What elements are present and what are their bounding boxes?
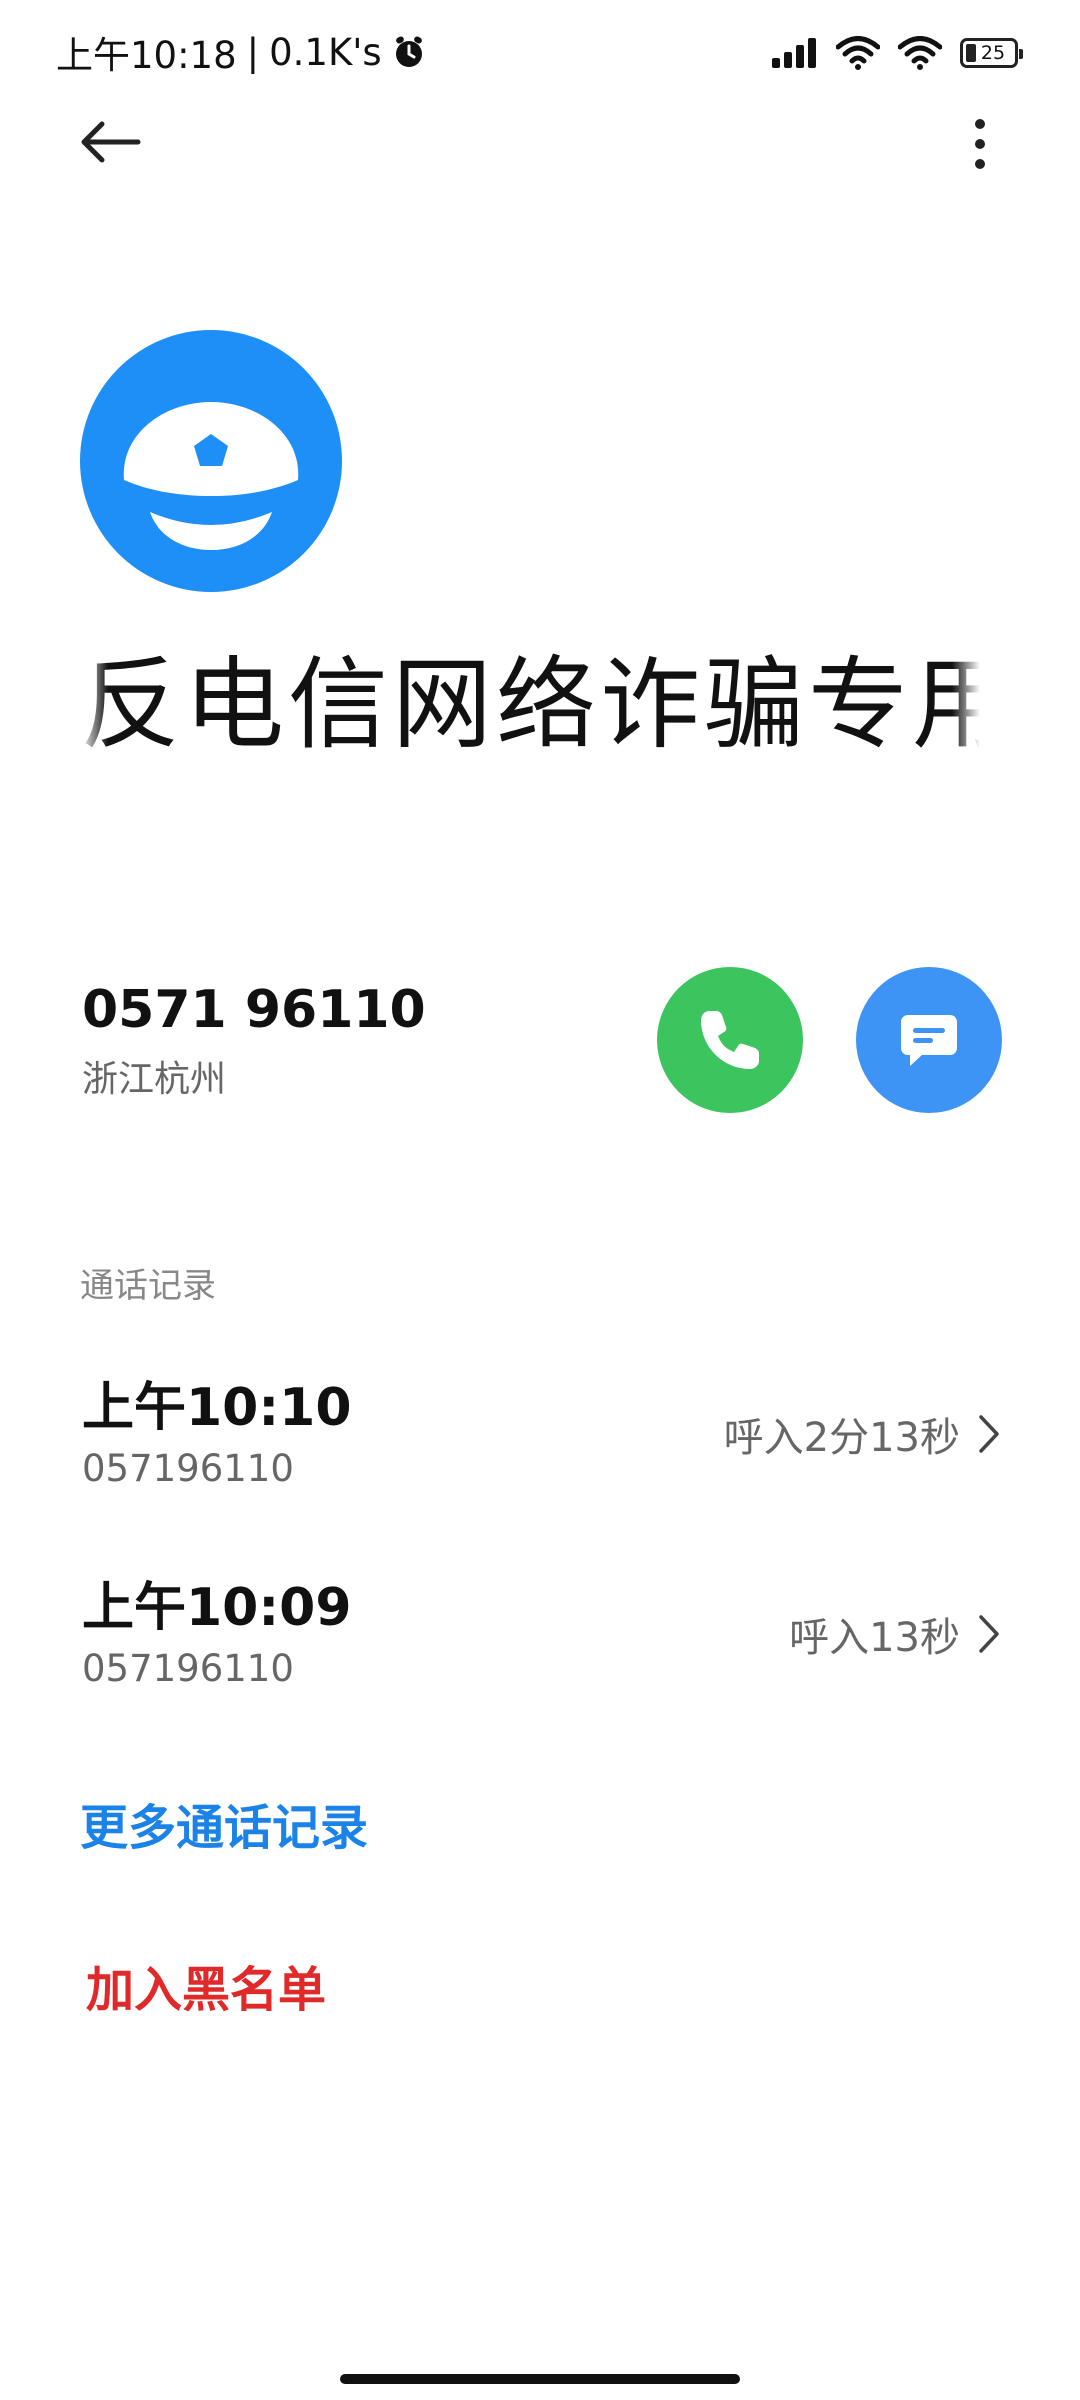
- wifi-icon: [836, 36, 880, 70]
- message-button[interactable]: [856, 967, 1002, 1113]
- more-call-history-link[interactable]: 更多通话记录: [80, 1788, 368, 1858]
- add-to-blacklist-button[interactable]: 加入黑名单: [86, 1950, 326, 2020]
- phone-number[interactable]: 0571 96110: [82, 980, 426, 1040]
- call-log-detail[interactable]: 呼入13秒: [789, 1605, 1000, 1663]
- cellular-signal-icon: [772, 38, 816, 68]
- contact-avatar: [80, 330, 342, 592]
- call-log-detail[interactable]: 呼入2分13秒: [724, 1405, 1000, 1463]
- home-indicator[interactable]: [340, 2374, 740, 2384]
- chevron-right-icon: [979, 1615, 999, 1653]
- call-log-duration: 呼入13秒: [789, 1615, 960, 1661]
- status-left: 上午10:18 | 0.1K's: [56, 26, 426, 78]
- call-button[interactable]: [657, 967, 803, 1113]
- more-options-button[interactable]: [940, 104, 1020, 184]
- back-button[interactable]: [72, 104, 148, 180]
- call-log-time: 上午10:09: [82, 1578, 352, 1638]
- chevron-right-icon: [979, 1415, 999, 1453]
- contact-name: 反电信网络诈骗专用: [80, 646, 980, 763]
- status-right: 25: [772, 30, 1023, 76]
- alarm-clock-icon: [395, 36, 422, 67]
- battery-icon: 25: [960, 38, 1023, 68]
- more-vertical-icon: [975, 119, 985, 169]
- wifi-icon: [898, 36, 942, 70]
- battery-level: 25: [980, 41, 1006, 64]
- status-net-speed: 0.1K's: [269, 30, 382, 74]
- arrow-left-icon: [81, 121, 141, 163]
- phone-icon: [701, 1011, 759, 1069]
- call-log-time: 上午10:10: [82, 1378, 352, 1438]
- status-time: 上午10:18: [56, 34, 237, 77]
- call-log-duration: 呼入2分13秒: [723, 1415, 960, 1461]
- call-log-item[interactable]: 上午10:09 057196110 呼入13秒: [0, 1565, 1080, 1735]
- call-log-title: 通话记录: [80, 1266, 216, 1306]
- call-log-number: 057196110: [82, 1647, 294, 1690]
- chat-bubble-icon: [901, 1015, 957, 1066]
- status-separator: |: [246, 30, 260, 74]
- call-log-item[interactable]: 上午10:10 057196110 呼入2分13秒: [0, 1365, 1080, 1535]
- phone-location: 浙江杭州: [82, 1059, 227, 1100]
- status-bar: 上午10:18 | 0.1K's 25: [0, 0, 1080, 110]
- battery-fill: [966, 44, 976, 62]
- call-log-number: 057196110: [82, 1447, 294, 1490]
- police-cap-icon: [123, 402, 299, 550]
